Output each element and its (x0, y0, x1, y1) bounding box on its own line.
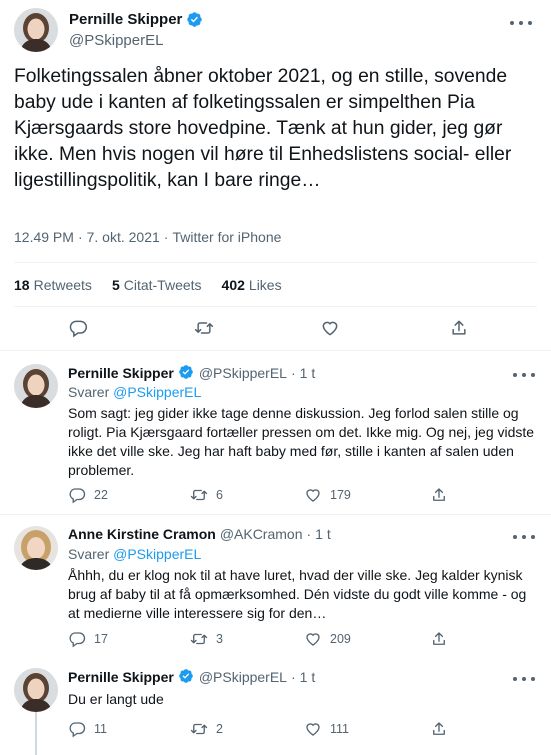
tweet-source[interactable]: Twitter for iPhone (172, 229, 281, 245)
author-handle[interactable]: @PSkipperEL (199, 365, 287, 381)
replying-to-handle[interactable]: @PSkipperEL (113, 546, 201, 562)
share-button[interactable] (430, 720, 448, 738)
avatar[interactable] (14, 668, 58, 712)
separator-dot: · (306, 526, 312, 542)
retweet-icon (190, 633, 208, 645)
author-handle[interactable]: @PSkipperEL (199, 669, 287, 685)
author-name[interactable]: Pernille Skipper (68, 669, 174, 685)
reply-count: 11 (94, 722, 107, 736)
reply-tweet[interactable]: Pernille Skipper @PSkipperEL · 1 t Du er… (0, 660, 551, 755)
separator-dot: · (290, 668, 296, 685)
reply-button[interactable]: 22 (68, 486, 108, 504)
like-button[interactable]: 179 (304, 486, 351, 504)
retweet-count: 6 (216, 488, 223, 502)
reply-actions: 11 2 111 (68, 720, 528, 740)
share-icon[interactable] (449, 318, 469, 338)
reply-icon[interactable] (68, 318, 88, 338)
retweet-button[interactable]: 6 (190, 486, 223, 504)
retweet-button[interactable]: 2 (190, 720, 223, 738)
reply-icon (69, 488, 86, 504)
separator-dot: · (163, 229, 169, 245)
reply-count: 22 (94, 488, 108, 502)
like-icon (306, 723, 320, 736)
like-icon (306, 633, 320, 646)
tweet-date[interactable]: 7. okt. 2021 (87, 229, 160, 245)
like-icon (306, 489, 320, 502)
verified-badge-icon (186, 11, 203, 28)
retweet-count: 3 (216, 632, 223, 646)
main-tweet-actions (0, 306, 551, 350)
like-count: 111 (330, 722, 350, 736)
likes-stat[interactable]: 402 Likes (222, 277, 282, 293)
reply-text: Åhhh, du er klog nok til at have luret, … (68, 567, 527, 621)
reply-button[interactable]: 17 (68, 630, 108, 648)
retweet-button[interactable]: 3 (190, 630, 223, 648)
more-options-icon[interactable] (513, 672, 535, 686)
more-options-icon[interactable] (513, 368, 535, 382)
author-name[interactable]: Anne Kirstine Cramon (68, 526, 216, 542)
reply-tweet[interactable]: Anne Kirstine Cramon @AKCramon · 1 t Sva… (0, 518, 551, 658)
reply-text: Som sagt: jeg gider ikke tage denne disk… (68, 405, 535, 478)
tweet-age[interactable]: 1 t (315, 526, 331, 542)
reply-count: 17 (94, 632, 108, 646)
share-button[interactable] (430, 486, 448, 504)
share-icon (433, 632, 445, 645)
verified-badge-icon (178, 668, 195, 685)
thread-line (35, 712, 37, 755)
avatar[interactable] (14, 364, 58, 408)
share-icon (433, 722, 445, 735)
like-count: 179 (330, 488, 351, 502)
share-button[interactable] (430, 630, 448, 648)
like-button[interactable]: 111 (304, 720, 349, 738)
share-icon (433, 488, 445, 501)
like-button[interactable]: 209 (304, 630, 351, 648)
retweet-icon[interactable] (194, 318, 214, 338)
separator-dot: · (77, 229, 83, 245)
retweet-icon (190, 723, 208, 735)
divider (14, 262, 537, 263)
quotes-stat[interactable]: 5 Citat-Tweets (112, 277, 202, 293)
tweet-time[interactable]: 12.49 PM (14, 229, 74, 245)
retweet-icon (190, 489, 208, 501)
replying-to: Svarer @PSkipperEL (68, 546, 202, 562)
tweet-meta: 12.49 PM · 7. okt. 2021 · Twitter for iP… (14, 229, 281, 245)
reply-text: Du er langt ude (68, 691, 164, 707)
more-options-icon[interactable] (510, 16, 532, 30)
tweet-stats: 18 Retweets 5 Citat-Tweets 402 Likes (14, 270, 282, 300)
reply-button[interactable]: 11 (68, 720, 107, 738)
reply-icon (69, 632, 86, 648)
retweets-stat[interactable]: 18 Retweets (14, 277, 92, 293)
divider (0, 514, 551, 515)
avatar[interactable] (14, 526, 58, 570)
like-count: 209 (330, 632, 351, 646)
author-handle[interactable]: @AKCramon (220, 526, 303, 542)
tweet-age[interactable]: 1 t (300, 669, 316, 685)
verified-badge-icon (178, 364, 195, 381)
author-name[interactable]: Pernille Skipper (68, 365, 174, 381)
reply-actions: 17 3 209 (68, 630, 528, 650)
tweet-text: Folketingssalen åbner oktober 2021, og e… (14, 66, 512, 191)
replying-to: Svarer @PSkipperEL (68, 384, 202, 400)
reply-actions: 22 6 179 (68, 486, 528, 506)
tweet-age[interactable]: 1 t (300, 365, 316, 381)
reply-icon (69, 722, 86, 738)
author-name[interactable]: Pernille Skipper (69, 11, 182, 28)
replying-to-handle[interactable]: @PSkipperEL (113, 384, 201, 400)
avatar[interactable] (14, 8, 58, 52)
retweet-count: 2 (216, 722, 223, 736)
like-icon[interactable] (320, 318, 340, 338)
reply-tweet[interactable]: Pernille Skipper @PSkipperEL · 1 t Svare… (0, 356, 551, 504)
author-handle[interactable]: @PSkipperEL (69, 32, 163, 49)
separator-dot: · (290, 364, 296, 381)
main-tweet-header: Pernille Skipper @PSkipperEL (14, 8, 544, 52)
more-options-icon[interactable] (513, 530, 535, 544)
divider (0, 350, 551, 351)
